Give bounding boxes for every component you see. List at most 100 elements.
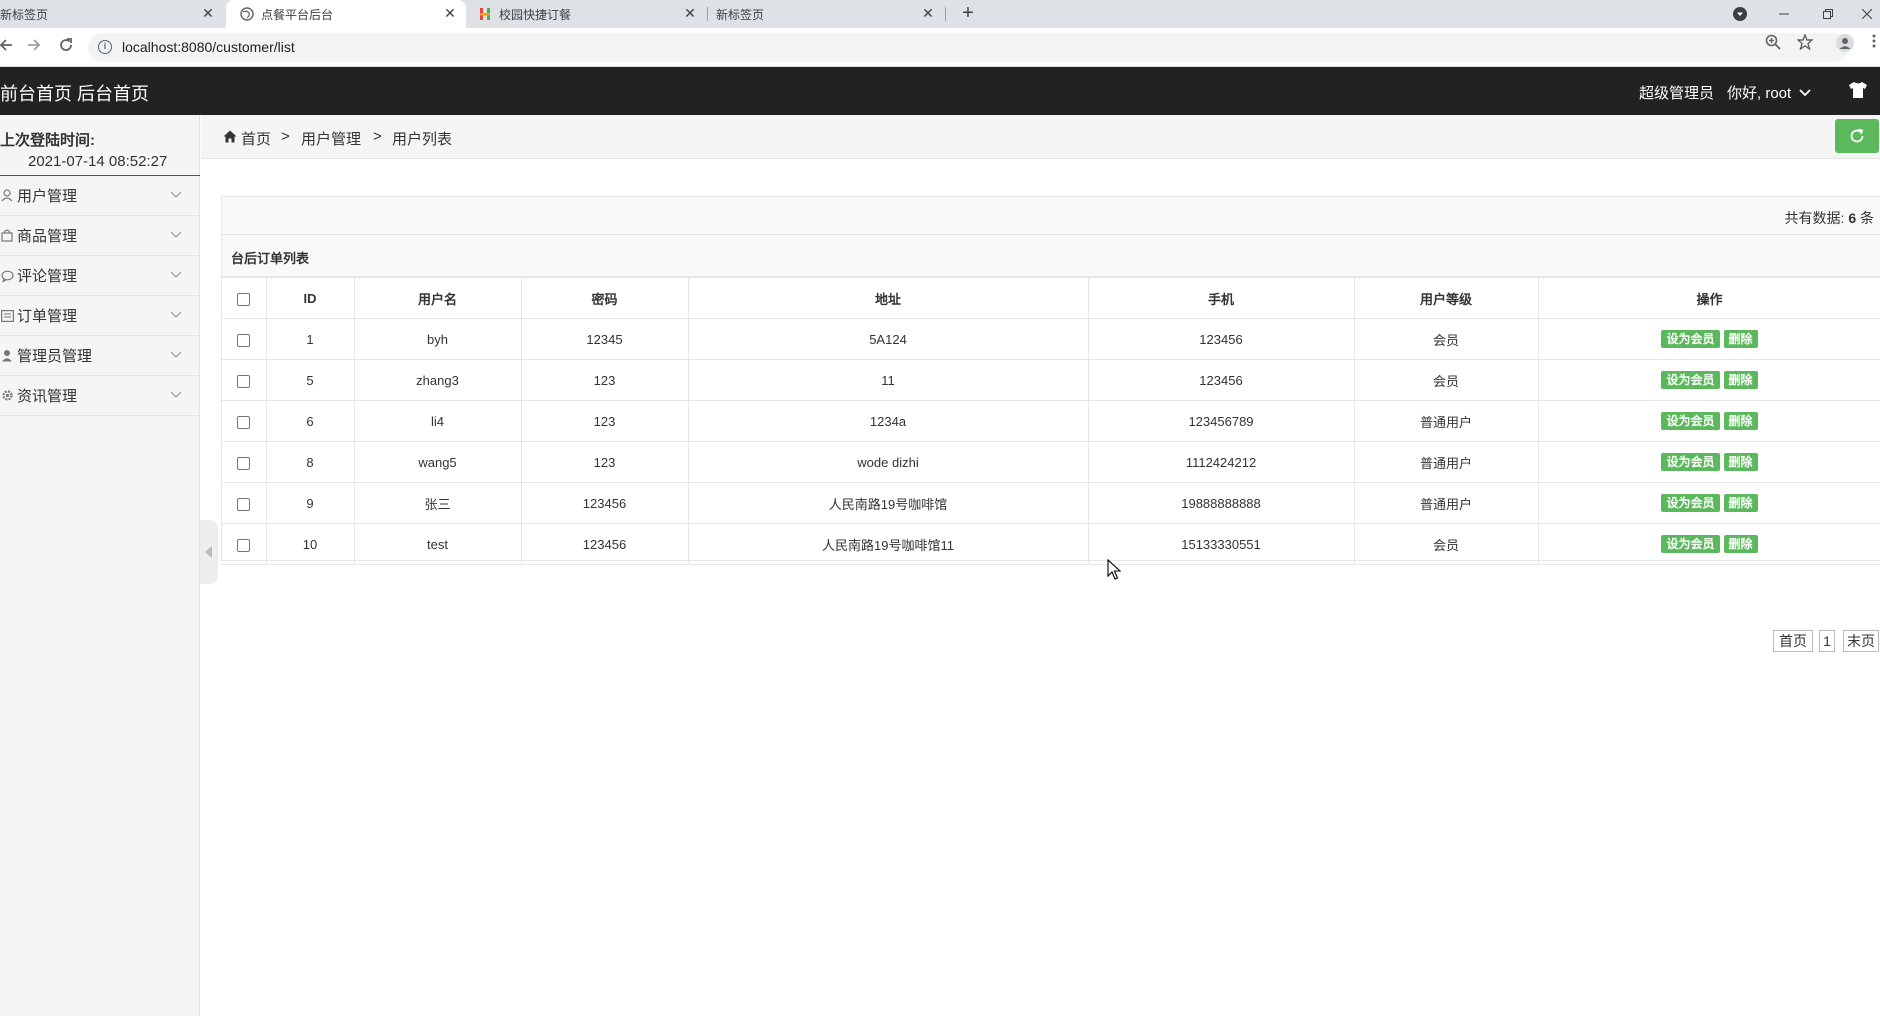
- delete-button[interactable]: 删除: [1723, 412, 1758, 430]
- sidebar-item-label: 评论管理: [17, 268, 78, 285]
- breadcrumb-user-management-link[interactable]: 用户管理: [301, 128, 361, 149]
- sidebar-menu: 用户管理 商品管理 评论管理 订单管理 管理员管理 资讯管理: [0, 176, 200, 416]
- bookmark-star-icon[interactable]: [1796, 33, 1814, 52]
- sidebar-item-order-management[interactable]: 订单管理: [0, 296, 200, 336]
- address-bar: i localhost:8080/customer/list: [0, 28, 1880, 67]
- front-home-link[interactable]: 前台首页: [0, 80, 72, 106]
- chevron-down-icon: [1799, 89, 1811, 97]
- row-checkbox[interactable]: [237, 374, 251, 388]
- cell-level: 普通用户: [1353, 441, 1539, 483]
- minimize-icon[interactable]: [1766, 0, 1802, 28]
- column-header-username: 用户名: [353, 277, 522, 319]
- back-home-link[interactable]: 后台首页: [77, 80, 149, 106]
- user-greeting-dropdown[interactable]: 你好, root: [1727, 82, 1811, 103]
- cell-id: 6: [265, 400, 355, 442]
- breadcrumb-separator: >: [281, 128, 290, 145]
- set-member-button[interactable]: 设为会员: [1661, 412, 1720, 430]
- cell-phone: 123456789: [1087, 400, 1355, 442]
- chevron-down-icon: [170, 391, 182, 398]
- cell-username: test: [353, 523, 522, 565]
- breadcrumb-separator: >: [373, 128, 382, 145]
- refresh-button[interactable]: [1835, 119, 1879, 153]
- pagination-page-1[interactable]: 1: [1819, 630, 1835, 652]
- breadcrumb-home-link[interactable]: 首页: [241, 128, 271, 149]
- browser-tab[interactable]: 校园快捷订餐 ✕: [470, 0, 706, 28]
- delete-button[interactable]: 删除: [1723, 330, 1758, 348]
- sidebar-item-admin-management[interactable]: 管理员管理: [0, 336, 200, 376]
- cell-actions: 设为会员 删除: [1537, 482, 1880, 524]
- cell-level: 会员: [1353, 359, 1539, 401]
- reload-icon[interactable]: [56, 37, 76, 57]
- row-checkbox[interactable]: [237, 456, 251, 470]
- cell-phone: 123456: [1087, 359, 1355, 401]
- list-icon: [0, 309, 14, 323]
- row-checkbox[interactable]: [237, 415, 251, 429]
- delete-button[interactable]: 删除: [1723, 535, 1758, 553]
- row-select-cell: [222, 441, 267, 483]
- row-checkbox[interactable]: [237, 333, 251, 347]
- delete-button[interactable]: 删除: [1723, 453, 1758, 471]
- set-member-button[interactable]: 设为会员: [1661, 494, 1720, 512]
- close-icon[interactable]: ✕: [442, 5, 458, 21]
- row-select-cell: [222, 482, 267, 524]
- close-icon[interactable]: ✕: [920, 5, 936, 21]
- admin-role-label: 超级管理员: [1639, 85, 1715, 102]
- url-text[interactable]: localhost:8080/customer/list: [122, 39, 295, 55]
- sidebar-item-label: 订单管理: [17, 308, 78, 325]
- cell-password: 123456: [520, 482, 689, 524]
- column-header-password: 密码: [520, 277, 689, 319]
- set-member-button[interactable]: 设为会员: [1661, 535, 1720, 553]
- forward-arrow-icon[interactable]: [24, 37, 44, 57]
- back-arrow-icon[interactable]: [0, 37, 16, 57]
- sidebar-item-product-management[interactable]: 商品管理: [0, 216, 200, 256]
- app-header: 前台首页 后台首页 超级管理员 你好, root: [0, 67, 1880, 115]
- sidebar: 上次登陆时间: 2021-07-14 08:52:27 用户管理 商品管理 评论…: [0, 115, 200, 1016]
- row-checkbox[interactable]: [237, 497, 251, 511]
- browser-tab-active[interactable]: 点餐平台后台 ✕: [226, 0, 466, 28]
- zoom-icon[interactable]: [1764, 34, 1782, 52]
- last-login-time: 2021-07-14 08:52:27: [28, 153, 168, 170]
- browser-menu-icon[interactable]: [1868, 34, 1880, 52]
- tab-search-icon[interactable]: [1726, 0, 1754, 28]
- user-table: ID 用户名 密码 地址 手机 用户等级 操作 1 byh 12345 5A12…: [222, 277, 1880, 565]
- browser-tab[interactable]: 新标签页 ✕: [0, 0, 224, 28]
- restore-icon[interactable]: [1810, 0, 1846, 28]
- url-omnibox[interactable]: i localhost:8080/customer/list: [88, 33, 1848, 62]
- site-info-icon[interactable]: i: [98, 40, 112, 54]
- cell-password: 123: [520, 400, 689, 442]
- new-tab-plus-icon[interactable]: +: [956, 2, 980, 26]
- delete-button[interactable]: 删除: [1723, 494, 1758, 512]
- home-icon: [223, 130, 237, 143]
- breadcrumb: 首页 > 用户管理 > 用户列表: [201, 115, 1880, 159]
- set-member-button[interactable]: 设为会员: [1661, 371, 1720, 389]
- cell-actions: 设为会员 删除: [1537, 318, 1880, 360]
- profile-avatar-icon[interactable]: [1836, 34, 1854, 52]
- set-member-button[interactable]: 设为会员: [1661, 453, 1720, 471]
- cell-actions: 设为会员 删除: [1537, 441, 1880, 483]
- cell-phone: 15133330551: [1087, 523, 1355, 565]
- pagination-last-button[interactable]: 末页: [1843, 630, 1879, 652]
- browser-tab[interactable]: 新标签页 ✕: [708, 0, 944, 28]
- cell-id: 5: [265, 359, 355, 401]
- row-select-cell: [222, 523, 267, 565]
- tshirt-skin-icon[interactable]: [1848, 81, 1868, 99]
- table-row: 6 li4 123 1234a 123456789 普通用户 设为会员 删除: [222, 400, 1880, 442]
- select-all-checkbox[interactable]: [237, 292, 251, 306]
- cell-address: 1234a: [687, 400, 1089, 442]
- close-icon[interactable]: ✕: [200, 5, 216, 21]
- close-window-icon[interactable]: [1854, 0, 1880, 28]
- sidebar-item-comment-management[interactable]: 评论管理: [0, 256, 200, 296]
- pagination-first-button[interactable]: 首页: [1773, 630, 1813, 652]
- close-icon[interactable]: ✕: [682, 5, 698, 21]
- total-number: 6: [1848, 210, 1857, 226]
- sidebar-item-news-management[interactable]: 资讯管理: [0, 376, 200, 416]
- row-checkbox[interactable]: [237, 538, 251, 552]
- sidebar-collapse-handle[interactable]: [200, 520, 218, 584]
- sidebar-item-label: 商品管理: [17, 228, 78, 245]
- tab-title: 点餐平台后台: [261, 7, 334, 22]
- cell-actions: 设为会员 删除: [1537, 523, 1880, 565]
- sidebar-item-user-management[interactable]: 用户管理: [0, 176, 200, 216]
- set-member-button[interactable]: 设为会员: [1661, 330, 1720, 348]
- row-select-cell: [222, 359, 267, 401]
- delete-button[interactable]: 删除: [1723, 371, 1758, 389]
